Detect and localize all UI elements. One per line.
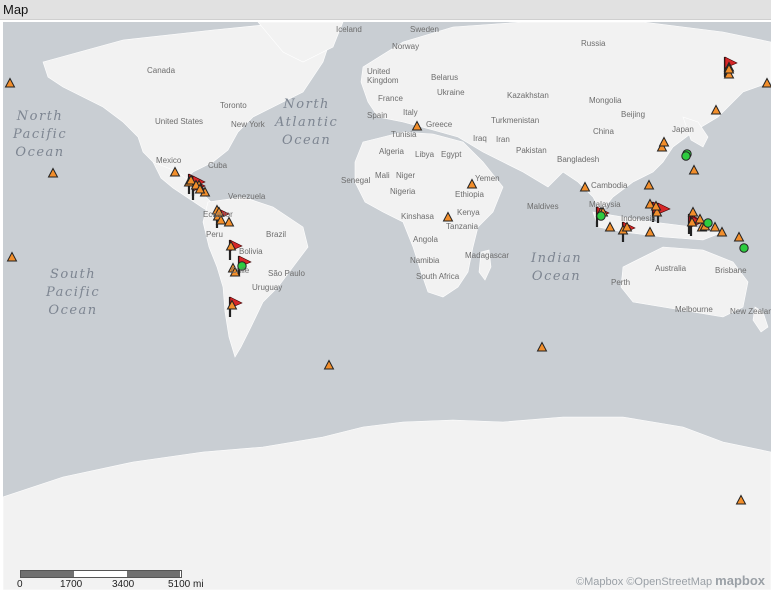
place-label: Iran — [496, 135, 510, 144]
place-label: Turkmenistan — [491, 116, 540, 125]
place-label: Tunisia — [391, 130, 417, 139]
dot-marker[interactable] — [596, 211, 606, 221]
place-label: Kazakhstan — [507, 91, 549, 100]
place-label: Egypt — [441, 150, 462, 159]
place-label: Belarus — [431, 73, 459, 82]
scale-label-0: 0 — [17, 579, 23, 590]
place-label: New York — [231, 120, 265, 129]
place-label: Yemen — [475, 174, 500, 183]
scale-bar — [20, 570, 182, 578]
place-label: Bolivia — [239, 247, 263, 256]
place-label: Tanzania — [446, 222, 479, 231]
place-label: Indonesia — [621, 214, 656, 223]
map-canvas[interactable]: North Pacific Ocean North Atlantic Ocean… — [3, 22, 771, 590]
place-label: Ecuador — [203, 210, 233, 219]
place-label: South Africa — [416, 272, 460, 281]
place-label: Brisbane — [715, 266, 747, 275]
place-label: Nigeria — [390, 187, 416, 196]
place-label: Iraq — [473, 134, 487, 143]
dot-marker[interactable] — [681, 151, 691, 161]
place-label: Peru — [206, 230, 223, 239]
place-label: Namibia — [410, 256, 440, 265]
place-label: São Paulo — [268, 269, 305, 278]
map-title-bar: Map — [0, 0, 771, 20]
ocean-label-north-pacific: North Pacific Ocean — [13, 109, 68, 160]
place-label: Spain — [367, 111, 388, 120]
ocean-label-north-atlantic: North Atlantic Ocean — [275, 97, 339, 148]
place-label: Malaysia — [589, 200, 621, 209]
place-label: Iceland — [336, 25, 362, 34]
ocean-label-south-pacific: South Pacific Ocean — [46, 267, 101, 318]
place-label: Perth — [611, 278, 631, 287]
place-label: Russia — [581, 39, 606, 48]
map-title: Map — [3, 2, 29, 17]
place-label: Angola — [413, 235, 438, 244]
place-label: Beijing — [621, 110, 646, 119]
ocean-label-indian: Indian Ocean — [531, 251, 583, 284]
scale-label-1700: 1700 — [60, 579, 83, 590]
place-label: Venezuela — [228, 192, 266, 201]
place-label: Sweden — [410, 25, 439, 34]
place-label: Italy — [403, 108, 418, 117]
place-label: Ukraine — [437, 88, 465, 97]
place-label: Niger — [396, 171, 416, 180]
place-label: Japan — [672, 125, 694, 134]
place-label: Brazil — [266, 230, 287, 239]
place-label: Kinshasa — [401, 212, 434, 221]
map-basemap — [3, 22, 771, 590]
dot-marker[interactable] — [703, 218, 713, 228]
place-label: Pakistan — [516, 146, 547, 155]
place-label: Cambodia — [591, 181, 628, 190]
place-label: United States — [155, 117, 204, 126]
place-label: New Zealand — [730, 307, 771, 316]
map-attribution[interactable]: ©Mapbox ©OpenStreetMap mapbox — [576, 573, 765, 588]
place-label: Chile — [231, 266, 250, 275]
attribution-text[interactable]: ©Mapbox ©OpenStreetMap — [576, 576, 712, 588]
scale-label-5100: 5100 mi — [168, 579, 204, 590]
place-label: Kenya — [457, 208, 480, 217]
place-label: United Kingdom — [367, 67, 399, 85]
mapbox-logo[interactable]: mapbox — [715, 573, 765, 588]
place-label: Norway — [392, 42, 420, 51]
place-label: China — [593, 127, 614, 136]
place-label: Madagascar — [465, 251, 510, 260]
dot-marker[interactable] — [739, 243, 749, 253]
place-label: Melbourne — [675, 305, 713, 314]
place-label: Bangladesh — [557, 155, 600, 164]
place-label: Greece — [426, 120, 453, 129]
place-label: Cuba — [208, 161, 228, 170]
place-label: Maldives — [527, 202, 559, 211]
place-label: Mongolia — [589, 96, 622, 105]
scale-label-3400: 3400 — [112, 579, 135, 590]
place-label: Canada — [147, 66, 176, 75]
place-label: Senegal — [341, 176, 371, 185]
place-label: Australia — [655, 264, 687, 273]
place-label: France — [378, 94, 403, 103]
place-label: Toronto — [220, 101, 247, 110]
place-label: Mali — [375, 171, 390, 180]
place-label: Algeria — [379, 147, 404, 156]
place-label: Ethiopia — [455, 190, 484, 199]
place-label: Libya — [415, 150, 435, 159]
place-label: Uruguay — [252, 283, 283, 292]
place-label: Mexico — [156, 156, 182, 165]
